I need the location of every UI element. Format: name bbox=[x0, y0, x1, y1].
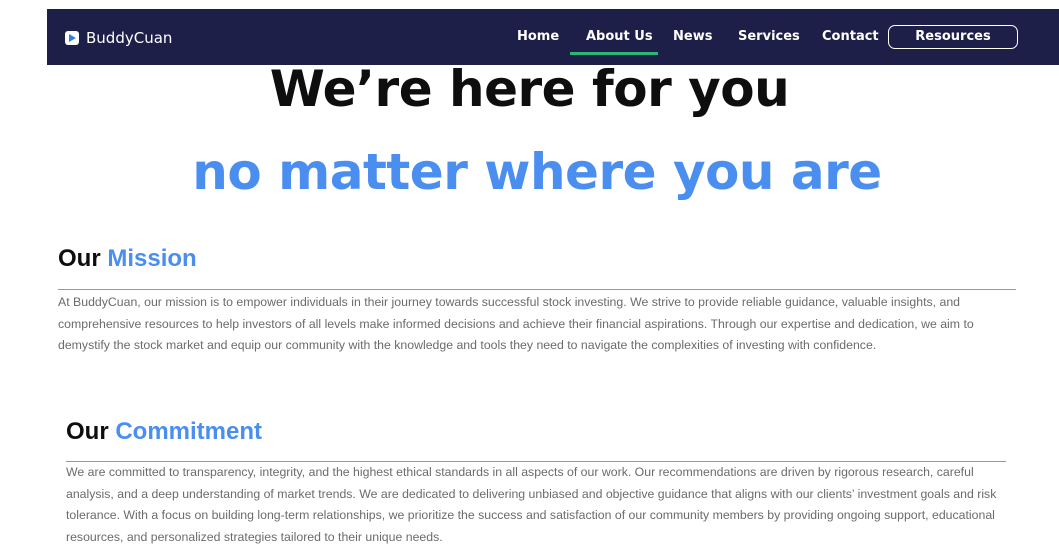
brand-name: BuddyCuan bbox=[86, 29, 173, 47]
top-navbar: BuddyCuan Home About Us News Services Co… bbox=[47, 9, 1059, 65]
mission-body: At BuddyCuan, our mission is to empower … bbox=[58, 295, 974, 352]
brand[interactable]: BuddyCuan bbox=[65, 29, 172, 47]
commitment-heading-prefix: Our bbox=[66, 418, 109, 445]
nav-item-contact[interactable]: Contact bbox=[822, 29, 879, 44]
commitment-heading: Our Commitment bbox=[66, 418, 262, 446]
mission-divider bbox=[58, 289, 1016, 290]
mission-heading-accent: Mission bbox=[107, 245, 197, 272]
nav-item-services[interactable]: Services bbox=[738, 29, 800, 44]
commitment-heading-accent: Commitment bbox=[115, 418, 263, 445]
nav-item-news[interactable]: News bbox=[673, 29, 712, 44]
hero-title: We’re here for you bbox=[269, 60, 790, 118]
hero-subtitle: no matter where you are bbox=[192, 143, 882, 201]
commitment-body: We are committed to transparency, integr… bbox=[66, 465, 997, 544]
nav-item-home[interactable]: Home bbox=[517, 29, 559, 44]
mission-heading-prefix: Our bbox=[58, 245, 101, 272]
mission-heading: Our Mission bbox=[58, 245, 197, 273]
resources-button[interactable]: Resources bbox=[888, 25, 1018, 49]
nav-active-indicator bbox=[570, 52, 658, 55]
buddycuan-logo-icon bbox=[65, 31, 79, 45]
nav-item-about-us[interactable]: About Us bbox=[586, 29, 653, 44]
